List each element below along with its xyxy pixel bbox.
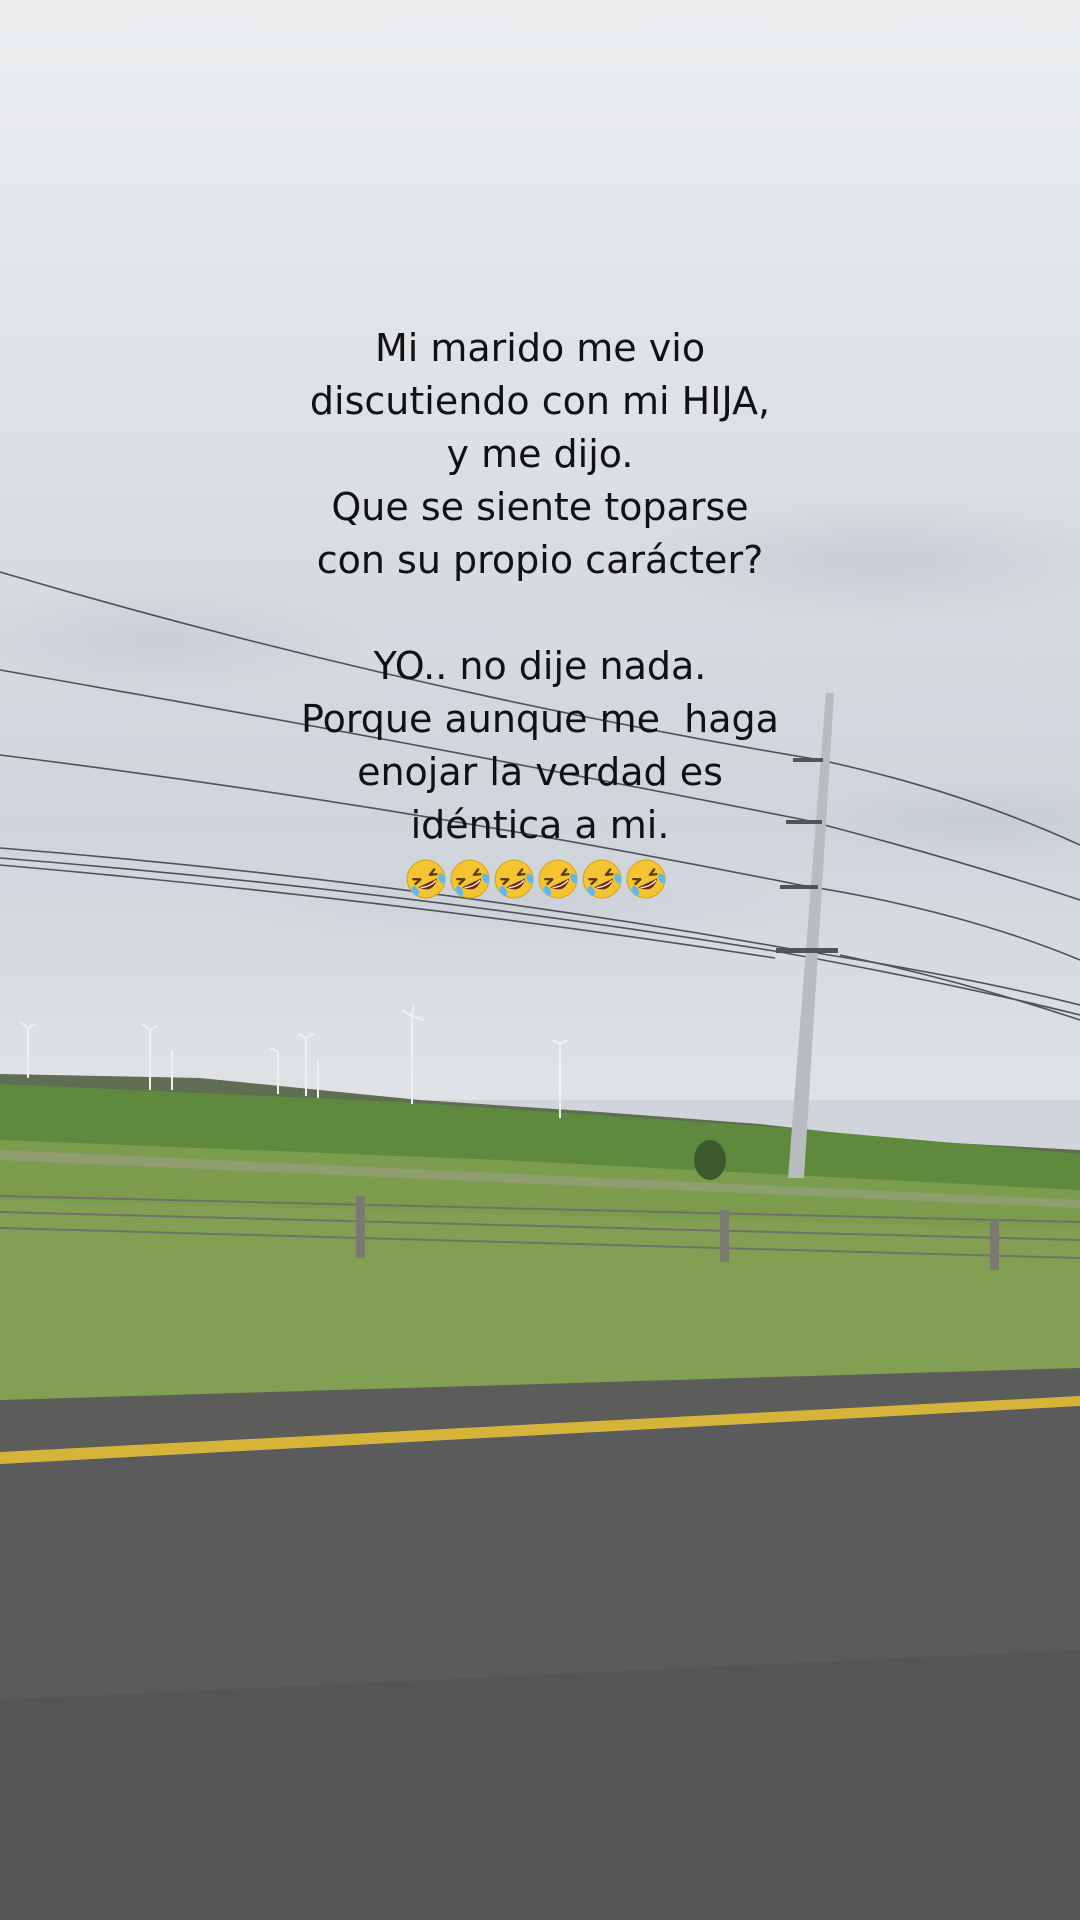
rolling-on-the-floor-laughing-icon bbox=[406, 859, 446, 899]
caption-line: y me dijo. bbox=[446, 432, 634, 476]
caption-line: Porque aunque me haga bbox=[301, 697, 779, 741]
caption-line: Mi marido me vio bbox=[374, 326, 706, 370]
caption-line: con su propio carácter? bbox=[316, 538, 764, 582]
caption-text: Mi marido me vio discutiendo con mi HIJA… bbox=[190, 322, 890, 852]
rolling-on-the-floor-laughing-icon bbox=[494, 859, 534, 899]
photo-scene: Mi marido me vio discutiendo con mi HIJA… bbox=[0, 0, 1080, 1920]
emoji-row bbox=[405, 858, 675, 908]
rolling-on-the-floor-laughing-icon bbox=[626, 859, 666, 899]
caption-line: Que se siente toparse bbox=[331, 485, 749, 529]
caption-line: enojar la verdad es bbox=[357, 750, 723, 794]
caption-line: idéntica a mi. bbox=[410, 803, 670, 847]
small-tree bbox=[694, 1140, 726, 1180]
rolling-on-the-floor-laughing-icon bbox=[582, 859, 622, 899]
caption-line: YO.. no dije nada. bbox=[373, 644, 707, 688]
rolling-on-the-floor-laughing-icon bbox=[450, 859, 490, 899]
caption-line: discutiendo con mi HIJA, bbox=[309, 379, 771, 423]
landscape bbox=[0, 571, 1080, 1920]
rolling-on-the-floor-laughing-icon bbox=[538, 859, 578, 899]
grass-texture bbox=[0, 1200, 1080, 1400]
